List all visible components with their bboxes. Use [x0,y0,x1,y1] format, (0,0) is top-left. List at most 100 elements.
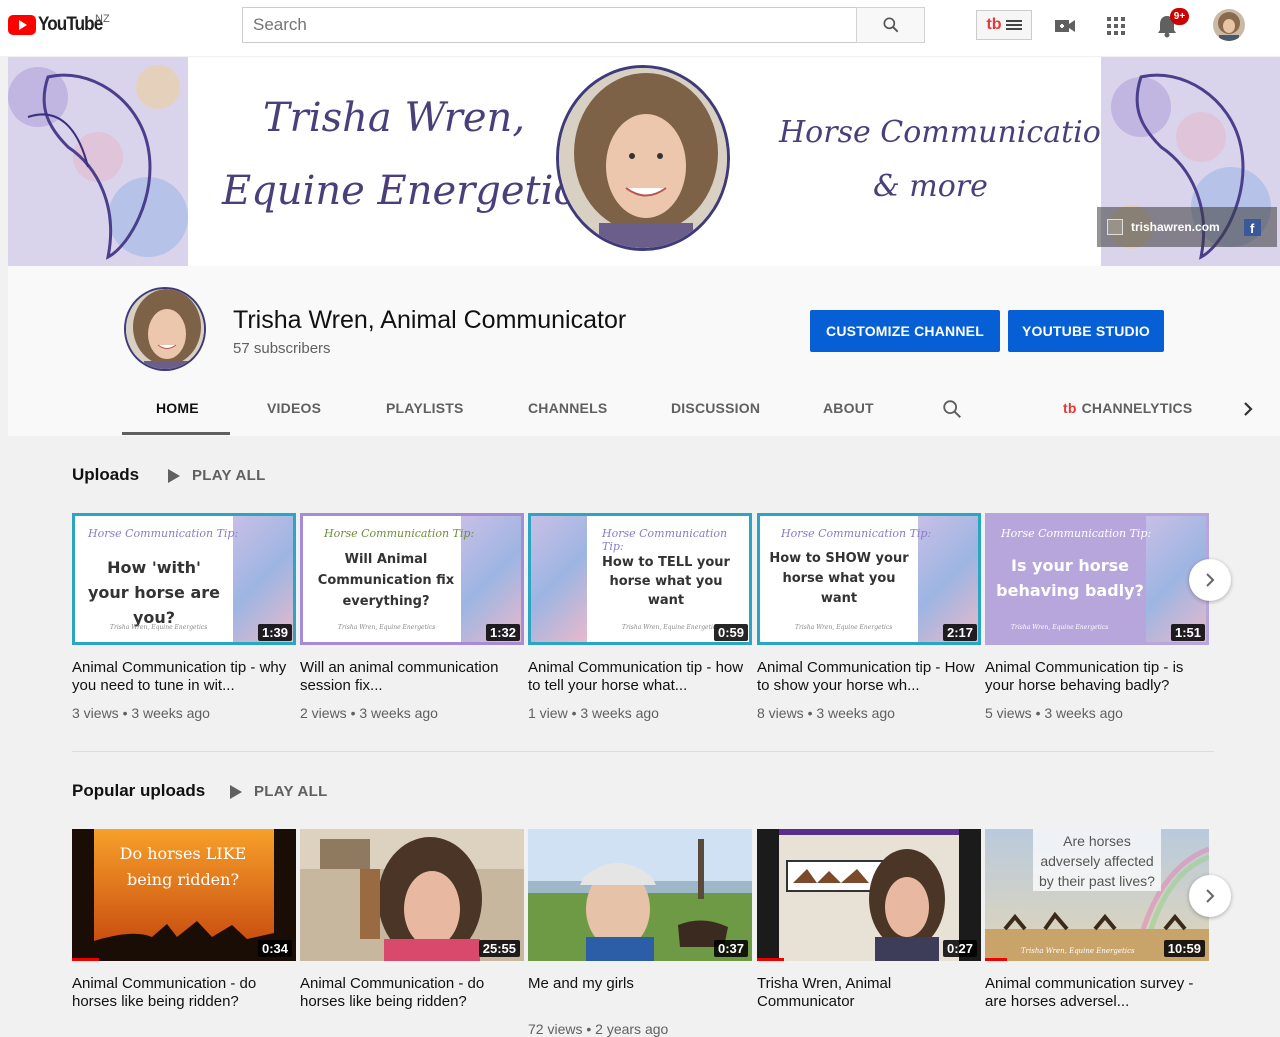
video-thumbnail[interactable]: Horse Communication Tip: How to SHOW you… [757,513,981,645]
tab-channels[interactable]: CHANNELS [528,400,607,416]
youtube-play-icon [8,15,36,35]
avatar-image [1213,9,1245,41]
video-title[interactable]: Animal Communication tip - is your horse… [985,659,1209,695]
upload-video-card[interactable]: Horse Communication Tip: How 'with' your… [72,513,296,721]
video-thumbnail[interactable]: Are horses adversely affected by their p… [985,829,1209,961]
thumbnail-text: Is your horse behaving badly? [996,556,1144,600]
popular-video-card[interactable]: 25:55 Animal Communication - do horses l… [300,829,524,1021]
video-duration: 0:27 [942,940,977,957]
video-duration: 1:51 [1170,624,1205,641]
video-meta: 5 views • 3 weeks ago [985,705,1123,721]
popular-video-card[interactable]: 0:37 Me and my girls 72 views • 2 years … [528,829,752,1037]
video-thumbnail[interactable]: Horse Communication Tip: Is your horse b… [985,513,1209,645]
video-thumbnail[interactable]: Horse Communication Tip: Will Animal Com… [300,513,524,645]
tab-about[interactable]: ABOUT [823,400,874,416]
popular-video-card[interactable]: Are horses adversely affected by their p… [985,829,1209,1021]
search-input[interactable] [242,7,856,43]
search-icon [943,400,961,418]
video-meta: 2 views • 3 weeks ago [300,705,438,721]
video-thumbnail[interactable]: Horse Communication Tip: How to TELL you… [528,513,752,645]
video-meta: 8 views • 3 weeks ago [757,705,895,721]
portrait-image [559,68,727,248]
video-duration: 1:39 [257,624,292,641]
popular-video-card[interactable]: Do horses LIKE being ridden? 0:34 Animal… [72,829,296,1021]
video-duration: 0:59 [713,624,748,641]
subscriber-count: 57 subscribers [233,340,331,357]
search-button[interactable] [856,7,925,43]
popular-section-title[interactable]: Popular uploads [72,781,205,801]
video-thumbnail[interactable]: Do horses LIKE being ridden? 0:34 [72,829,296,961]
channel-header: Trisha Wren, Animal Communicator 57 subs… [8,266,1280,436]
tab-home[interactable]: HOME [156,400,199,416]
channel-search-button[interactable] [941,398,963,425]
link-favicon-icon [1107,219,1123,235]
watch-progress-bar [985,958,1008,961]
video-meta: 3 views • 3 weeks ago [72,705,210,721]
play-all-label: PLAY ALL [192,467,266,484]
thumbnail-footer: Trisha Wren, Equine Energetics [1021,947,1135,955]
video-title[interactable]: Animal Communication tip - How to show y… [757,659,981,695]
banner-website-link[interactable]: trishawren.com f [1097,207,1277,247]
tab-videos[interactable]: VIDEOS [267,400,321,416]
channel-name: Trisha Wren, Animal Communicator [233,306,627,334]
channel-avatar[interactable] [124,287,206,371]
tubebuddy-menu-button[interactable]: tb [976,10,1032,40]
create-video-button[interactable] [1053,14,1077,38]
customize-channel-button[interactable]: CUSTOMIZE CHANNEL [810,310,1000,352]
video-title[interactable]: Animal communication survey - are horses… [985,975,1209,1011]
upload-video-card[interactable]: Horse Communication Tip: How to TELL you… [528,513,752,721]
upload-video-card[interactable]: Horse Communication Tip: Will Animal Com… [300,513,524,721]
banner-title-line2: Equine Energetics [222,168,597,214]
chevron-right-icon [1244,402,1253,416]
tubebuddy-icon: tb [1063,400,1077,416]
uploads-next-button[interactable] [1189,559,1231,601]
banner-tagline-line2: & more [873,169,988,204]
uploads-section-title[interactable]: Uploads [72,465,139,485]
search-icon [883,17,898,33]
channelytics-label: CHANNELYTICS [1081,400,1193,416]
video-thumbnail[interactable]: 0:37 [528,829,752,961]
video-title[interactable]: Animal Communication - do horses like be… [72,975,296,1011]
video-duration: 0:37 [713,940,748,957]
tabs-scroll-right-button[interactable] [1240,400,1256,423]
logo-text: YouTube [38,14,103,35]
video-title[interactable]: Animal Communication tip - how to tell y… [528,659,752,695]
video-title[interactable]: Animal Communication tip - why you need … [72,659,296,695]
apps-button[interactable] [1104,14,1128,38]
video-title[interactable]: Will an animal communication session fix… [300,659,524,695]
popular-play-all-button[interactable]: PLAY ALL [230,783,328,800]
account-avatar[interactable] [1213,9,1245,41]
apps-grid-icon [1107,17,1125,35]
tab-channelytics[interactable]: tb CHANNELYTICS [1063,400,1192,416]
tab-playlists[interactable]: PLAYLISTS [386,400,464,416]
banner-portrait [556,65,730,251]
youtube-studio-button[interactable]: YOUTUBE STUDIO [1008,310,1164,352]
upload-video-card[interactable]: Horse Communication Tip: How to SHOW you… [757,513,981,721]
video-duration: 1:32 [485,624,520,641]
video-title[interactable]: Trisha Wren, Animal Communicator [757,975,981,1011]
video-thumbnail[interactable]: 25:55 [300,829,524,961]
channel-avatar-image [126,289,204,369]
play-icon [230,784,242,799]
video-title[interactable]: Me and my girls [528,975,752,1011]
uploads-play-all-button[interactable]: PLAY ALL [168,467,266,484]
thumbnail-heading: Horse Communication Tip: [1001,527,1152,540]
popular-next-button[interactable] [1189,875,1231,917]
upload-video-card[interactable]: Horse Communication Tip: Is your horse b… [985,513,1209,721]
video-thumbnail[interactable]: Horse Communication Tip: How 'with' your… [72,513,296,645]
video-duration: 2:17 [942,624,977,641]
video-thumbnail[interactable]: 0:27 [757,829,981,961]
popular-video-card[interactable]: 0:27 Trisha Wren, Animal Communicator [757,829,981,1021]
tubebuddy-icon: tb [986,16,1002,33]
section-divider [72,751,1214,752]
facebook-icon[interactable]: f [1243,218,1261,236]
tab-discussion[interactable]: DISCUSSION [671,400,760,416]
play-all-label: PLAY ALL [254,783,328,800]
video-title[interactable]: Animal Communication - do horses like be… [300,975,524,1011]
thumbnail-text: Are horses adversely affected by their p… [1039,833,1155,889]
notification-badge: 9+ [1170,8,1189,25]
thumbnail-footer: Trisha Wren, Equine Energetics [1011,624,1109,631]
chevron-right-icon [1206,573,1215,587]
play-icon [168,468,180,483]
video-duration: 10:59 [1163,940,1205,957]
